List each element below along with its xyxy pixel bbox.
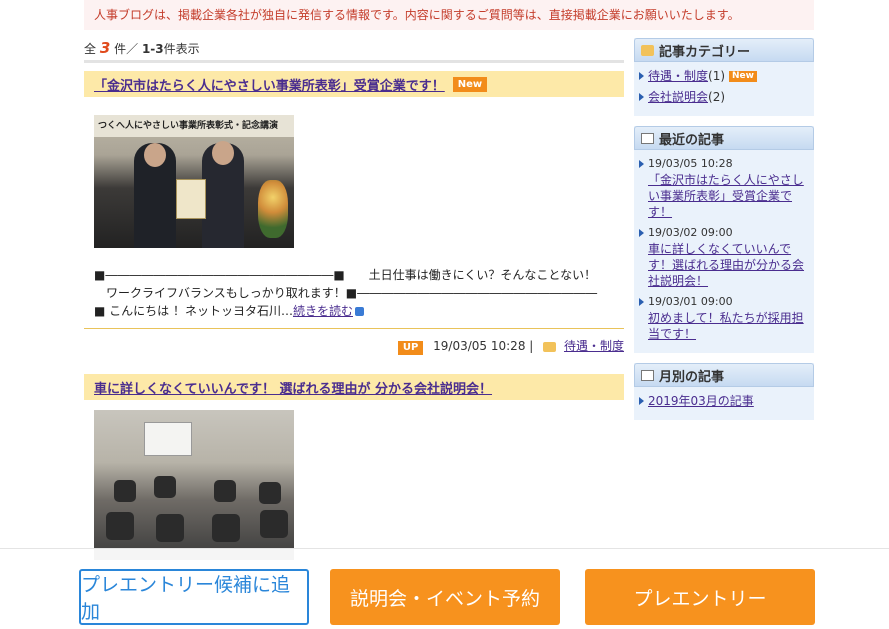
- recent-post-item: 19/03/05 10:28 「金沢市はたらく人にやさしい事業所表彰」受賞企業で…: [638, 156, 808, 220]
- category-box: 記事カテゴリー 待遇・制度(1) New 会社説明会(2): [634, 38, 814, 116]
- chair: [214, 480, 236, 502]
- bottom-action-bar: プレエントリー候補に追加 説明会・イベント予約 プレエントリー: [0, 548, 889, 629]
- folder-icon: [543, 341, 557, 352]
- post-title-bar: 「金沢市はたらく人にやさしい事業所表彰」受賞企業です！ New: [84, 71, 624, 97]
- recent-post-link[interactable]: 初めまして！私たちが採用担当です！: [648, 311, 804, 341]
- folder-icon: [641, 44, 654, 56]
- blog-main: 全 3 件／ 1-3件表示 「金沢市はたらく人にやさしい事業所表彰」受賞企業です…: [84, 38, 624, 560]
- excerpt-line: ワークライフバランスもしっかり取れます！■―――――――――――――――――――…: [94, 286, 598, 300]
- divider: [84, 60, 624, 63]
- post-meta: UP 19/03/05 10:28 | 待遇・制度: [84, 328, 624, 362]
- notice-banner: 人事ブログは、掲載企業各社が独自に発信する情報です。内容に関するご質問等は、直接…: [84, 0, 814, 30]
- excerpt-line: ■―――――――――――――――――――■ 土日仕事は働きにくい？そんなことない…: [94, 268, 597, 282]
- sidebar: 記事カテゴリー 待遇・制度(1) New 会社説明会(2) 最近の記事 19/03…: [634, 38, 814, 430]
- arrow-right-icon: [354, 307, 364, 316]
- recent-posts-box: 最近の記事 19/03/05 10:28 「金沢市はたらく人にやさしい事業所表彰…: [634, 126, 814, 353]
- recent-post-link[interactable]: 車に詳しくなくていいんです！選ばれる理由が分かる会社説明会！: [648, 242, 804, 288]
- person-head: [144, 143, 166, 167]
- post-excerpt: ■―――――――――――――――――――■ 土日仕事は働きにくい？そんなことない…: [94, 266, 614, 320]
- category-link[interactable]: 会社説明会: [648, 90, 708, 104]
- category-count: (2): [708, 90, 726, 104]
- document-icon: [641, 369, 654, 381]
- post-title-link[interactable]: 「金沢市はたらく人にやさしい事業所表彰」受賞企業です！: [94, 75, 445, 94]
- event-reserve-button[interactable]: 説明会・イベント予約: [330, 569, 560, 625]
- box-title-text: 月別の記事: [659, 369, 725, 385]
- chair: [259, 482, 281, 504]
- chair: [156, 514, 184, 542]
- category-count: (1): [708, 69, 726, 83]
- up-badge: UP: [397, 341, 424, 355]
- count-unit: 件／: [114, 42, 139, 56]
- monthly-box-title: 月別の記事: [634, 363, 814, 387]
- monthly-link[interactable]: 2019年03月の記事: [648, 394, 754, 408]
- recent-post-date: 19/03/02 09:00: [648, 226, 733, 239]
- category-item: 待遇・制度(1) New: [638, 68, 808, 84]
- chair: [154, 476, 176, 498]
- recent-posts-title: 最近の記事: [634, 126, 814, 150]
- new-badge: New: [729, 71, 757, 82]
- monthly-item: 2019年03月の記事: [638, 393, 808, 409]
- new-badge: New: [452, 76, 488, 92]
- post-category-link[interactable]: 待遇・制度: [564, 339, 624, 353]
- recent-posts-list: 19/03/05 10:28 「金沢市はたらく人にやさしい事業所表彰」受賞企業で…: [634, 150, 814, 342]
- box-title-text: 記事カテゴリー: [659, 44, 751, 60]
- box-title-text: 最近の記事: [659, 132, 725, 148]
- read-more-link[interactable]: 続きを読む: [293, 304, 353, 318]
- person-head: [212, 141, 234, 165]
- category-box-title: 記事カテゴリー: [634, 38, 814, 62]
- photo-banner: つくへ人にやさしい事業所表彰式・記念講演: [94, 115, 294, 137]
- chair: [114, 480, 136, 502]
- count-range-suffix: 件表示: [163, 42, 200, 56]
- document-icon: [641, 132, 654, 144]
- certificate: [176, 179, 206, 219]
- monthly-box: 月別の記事 2019年03月の記事: [634, 363, 814, 420]
- projector-screen: [144, 422, 192, 456]
- chair: [260, 510, 288, 538]
- category-list: 待遇・制度(1) New 会社説明会(2): [634, 62, 814, 105]
- recent-post-link[interactable]: 「金沢市はたらく人にやさしい事業所表彰」受賞企業です！: [648, 173, 804, 219]
- flower-arrangement: [258, 180, 288, 238]
- excerpt-text: ■ こんにちは ！ネットッヨタ石川…: [94, 304, 293, 318]
- count-prefix: 全: [84, 42, 97, 56]
- recent-post-date: 19/03/05 10:28: [648, 157, 733, 170]
- pre-entry-button[interactable]: プレエントリー: [585, 569, 815, 625]
- recent-post-item: 19/03/01 09:00 初めまして！私たちが採用担当です！: [638, 294, 808, 342]
- recent-post-date: 19/03/01 09:00: [648, 295, 733, 308]
- chair: [106, 512, 134, 540]
- meta-separator: |: [529, 339, 534, 353]
- monthly-list: 2019年03月の記事: [634, 387, 814, 409]
- post-title-bar: 車に詳しくなくていいんです！ 選ばれる理由が 分かる会社説明会！: [84, 374, 624, 400]
- count-total: 3: [99, 39, 111, 57]
- category-item: 会社説明会(2): [638, 89, 808, 105]
- recent-post-item: 19/03/02 09:00 車に詳しくなくていいんです！選ばれる理由が分かる会…: [638, 225, 808, 289]
- excerpt-line: ■ こんにちは ！ネットッヨタ石川…続きを読む: [94, 302, 614, 320]
- post-title-link[interactable]: 車に詳しくなくていいんです！ 選ばれる理由が 分かる会社説明会！: [94, 378, 492, 397]
- post-datetime: 19/03/05 10:28: [433, 339, 526, 353]
- count-range: 1-3: [141, 42, 164, 56]
- chair: [212, 514, 240, 542]
- category-link[interactable]: 待遇・制度: [648, 69, 708, 83]
- add-candidate-button[interactable]: プレエントリー候補に追加: [79, 569, 309, 625]
- result-count: 全 3 件／ 1-3件表示: [84, 38, 624, 58]
- post-photo[interactable]: つくへ人にやさしい事業所表彰式・記念講演: [94, 115, 294, 248]
- post-photo[interactable]: [94, 410, 294, 560]
